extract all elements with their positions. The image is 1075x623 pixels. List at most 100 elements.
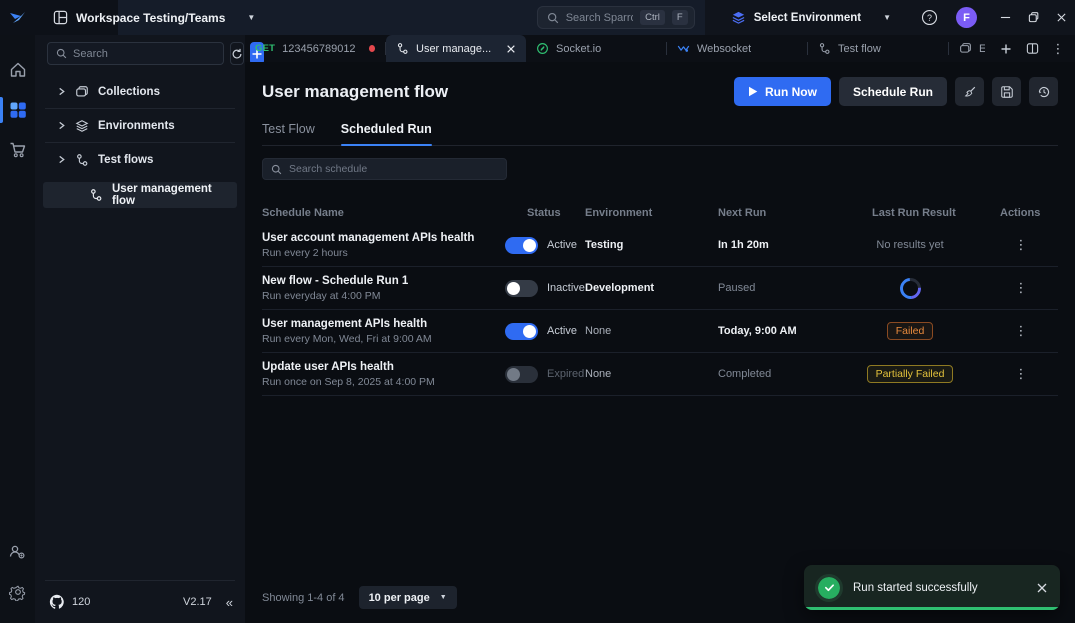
history-clock-icon [1037,85,1051,99]
toast-close-icon[interactable] [1036,582,1048,594]
chevron-down-icon: ▼ [247,13,255,22]
tab-test-flow[interactable]: Test flow [808,35,948,62]
help-icon[interactable]: ? [921,9,938,26]
save-floppy-icon [1000,85,1014,99]
sidebar-item-environments[interactable]: Environments [43,109,237,142]
minimize-button[interactable] [991,0,1019,35]
tab-scheduled-run-view[interactable]: Scheduled Run [341,122,432,145]
sidebar: Collections Environments Test flows User… [35,35,245,623]
run-now-button[interactable]: Run Now [734,77,831,106]
column-environment: Environment [585,207,718,219]
scheduled-run-panel: User management flow Run Now Schedule Ru… [245,62,1075,623]
tab-user-management-flow[interactable]: User manage... [386,35,526,62]
tab-websocket[interactable]: Websocket [667,35,807,62]
status-badge-failed: Failed [887,322,934,340]
column-status: Status [505,207,585,219]
tab-bar: GET 123456789012... User manage... Socke… [245,35,1075,62]
community-icon[interactable] [0,533,35,571]
row-actions-kebab-icon[interactable]: ⋮ [1012,280,1030,296]
next-run-value: In 1h 20m [718,239,872,251]
version-label: V2.17 [183,596,212,608]
topbar: Workspace Testing/Teams ▼ Ctrl F Select … [0,0,1075,35]
chevron-down-icon: ▼ [883,13,891,22]
schedule-name: User account management APIs health [262,231,505,246]
status-toggle[interactable] [505,323,538,340]
split-view-icon[interactable] [1021,38,1043,60]
layers-icon [731,10,746,25]
page-title: User management flow [262,82,448,102]
workspace-icon [53,10,68,25]
avatar[interactable]: F [956,7,977,28]
tab-empty-collection[interactable]: Empty_colle [949,35,995,62]
history-button[interactable] [1029,77,1058,106]
status-label: Inactive [547,282,585,294]
workspace-selector[interactable]: Workspace Testing/Teams ▼ [53,10,255,25]
svg-text:?: ? [927,13,932,23]
pagination-summary: Showing 1-4 of 4 [262,592,345,604]
github-count: 120 [72,596,90,608]
status-label: Active [547,325,577,337]
status-label: Expired [547,368,584,380]
chevron-down-icon: ▼ [440,594,447,601]
collapse-sidebar-icon[interactable]: « [226,595,233,610]
page-size-select[interactable]: 10 per page ▼ [359,586,457,609]
row-actions-kebab-icon[interactable]: ⋮ [1012,237,1030,253]
schedule-name: New flow - Schedule Run 1 [262,274,505,289]
tab-label: 123456789012... [282,43,356,55]
row-actions-kebab-icon[interactable]: ⋮ [1012,366,1030,382]
column-last-run-result: Last Run Result [872,207,1000,219]
settings-gear-icon[interactable] [0,573,35,611]
schedule-frequency: Run everyday at 4:00 PM [262,290,505,302]
flow-icon [75,153,89,167]
table-row: New flow - Schedule Run 1 Run everyday a… [262,267,1058,310]
close-button[interactable] [1047,0,1075,35]
chevron-right-icon [57,121,66,130]
toast-notification: Run started successfully [804,565,1060,610]
schedule-search-input[interactable] [289,163,498,175]
play-icon [748,86,758,97]
socketio-icon [536,42,549,55]
schedule-run-button[interactable]: Schedule Run [839,77,947,106]
github-icon [49,594,65,610]
schedule-search[interactable] [262,158,507,180]
http-method-label: GET [255,43,275,54]
view-tabs: Test Flow Scheduled Run [262,122,1058,146]
maximize-button[interactable] [1019,0,1047,35]
tab-socketio[interactable]: Socket.io [526,35,666,62]
next-run-value: Completed [718,368,872,380]
status-label: Active [547,239,577,251]
search-icon [271,164,282,175]
new-tab-icon[interactable] [995,38,1017,60]
global-search[interactable]: Ctrl F [537,6,695,29]
home-icon[interactable] [0,51,35,89]
save-button[interactable] [992,77,1021,106]
table-row: User account management APIs health Run … [262,224,1058,267]
refresh-button[interactable] [230,42,244,65]
row-actions-kebab-icon[interactable]: ⋮ [1012,323,1030,339]
table-row: Update user APIs health Run once on Sep … [262,353,1058,396]
sidebar-item-test-flows[interactable]: Test flows [43,143,237,176]
github-link[interactable]: 120 [49,594,90,610]
sidebar-item-user-management-flow[interactable]: User management flow [43,182,237,208]
global-search-input[interactable] [566,12,633,24]
broom-icon [963,85,977,99]
schedule-frequency: Run every 2 hours [262,247,505,259]
tab-get-request[interactable]: GET 123456789012... [245,35,385,62]
tab-menu-kebab-icon[interactable]: ⋮ [1047,38,1069,60]
sidebar-item-collections[interactable]: Collections [43,75,237,108]
marketplace-cart-icon[interactable] [0,131,35,169]
clear-button[interactable] [955,77,984,106]
tab-test-flow-view[interactable]: Test Flow [262,122,315,145]
status-toggle [505,366,538,383]
shortcut-key-f: F [672,10,688,25]
schedule-frequency: Run once on Sep 8, 2025 at 4:00 PM [262,376,505,388]
sidebar-search[interactable] [47,42,224,65]
status-toggle[interactable] [505,237,538,254]
shortcut-key-ctrl: Ctrl [640,10,665,25]
workspaces-icon[interactable] [0,91,35,129]
close-tab-icon[interactable] [506,44,516,54]
next-run-value: Paused [718,282,872,294]
status-toggle[interactable] [505,280,538,297]
sidebar-search-input[interactable] [73,48,215,60]
environment-selector[interactable]: Select Environment ▼ [731,10,891,25]
